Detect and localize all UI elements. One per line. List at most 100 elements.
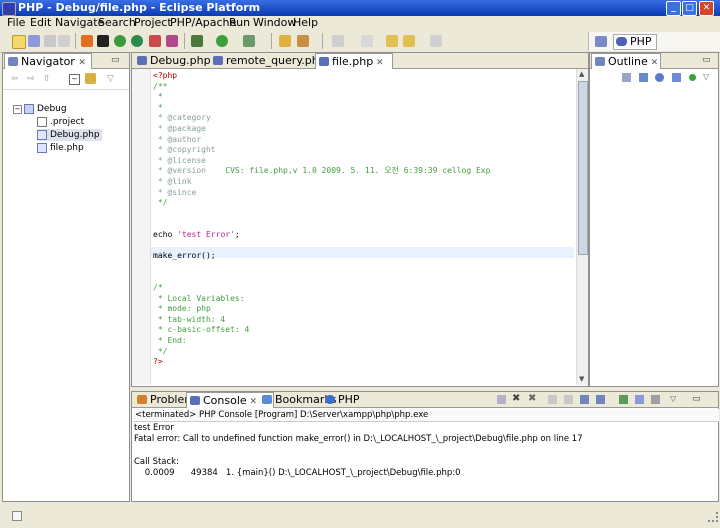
tool-icon[interactable]	[297, 35, 309, 47]
tree-item-selected[interactable]: Debug.php	[37, 129, 102, 141]
sort-icon[interactable]	[622, 73, 631, 82]
menu-icon[interactable]: ▽	[107, 74, 114, 84]
tab-file-php[interactable]: file.php ✕	[315, 53, 393, 69]
maximize-button[interactable]: □	[682, 1, 697, 16]
menu-search[interactable]: Search	[98, 16, 136, 30]
menu-bar: File Edit Navigate Search Project PHP/Ap…	[0, 16, 720, 30]
code-line: *	[153, 92, 163, 102]
show-on-error-icon[interactable]	[596, 395, 605, 404]
save-all-icon[interactable]	[44, 35, 56, 47]
view-menu-icon[interactable]: ▽	[703, 72, 709, 81]
view-menu-icon[interactable]: ▽	[670, 394, 676, 403]
code-line: * tab-width: 4	[153, 314, 226, 324]
open-perspective-icon[interactable]	[595, 36, 607, 47]
link-editor-icon[interactable]	[85, 73, 96, 84]
tab-label: remote_query.php	[226, 54, 326, 67]
minimize-icon[interactable]: ▭	[111, 55, 120, 65]
scroll-down-icon[interactable]: ▼	[579, 375, 584, 383]
close-icon[interactable]: ✕	[247, 397, 258, 407]
code-line: echo 'test Error';	[153, 230, 240, 239]
forward-icon[interactable]	[430, 35, 442, 47]
annotation-icon[interactable]	[332, 35, 344, 47]
last-edit-icon[interactable]	[386, 35, 398, 47]
menu-help[interactable]: Help	[293, 16, 318, 30]
perspective-php-button[interactable]: PHP	[613, 34, 657, 50]
tab-navigator[interactable]: Navigator ✕	[4, 53, 92, 69]
next-annotation-icon[interactable]	[361, 35, 373, 47]
print-icon[interactable]	[58, 35, 70, 47]
minimize-button[interactable]: _	[666, 1, 681, 16]
console-icon	[190, 396, 200, 405]
menu-file[interactable]: File	[7, 16, 25, 30]
debug-box-icon[interactable]	[81, 35, 93, 47]
code-area[interactable]: <?php/** * * * @category * @package * @a…	[153, 71, 573, 383]
remove-launch-icon[interactable]: ✖	[512, 393, 520, 404]
forward-arrow-icon[interactable]: ⇨	[27, 74, 35, 84]
code-line: make_error();	[153, 251, 216, 261]
close-icon[interactable]: ✕	[648, 58, 659, 68]
run-icon[interactable]	[114, 35, 126, 47]
tree-root-debug[interactable]: − Debug	[13, 103, 67, 115]
open-folder-icon[interactable]	[279, 35, 291, 47]
show-on-output-icon[interactable]	[580, 395, 589, 404]
code-line: * mode: php	[153, 304, 211, 314]
minimize-icon[interactable]: ▭	[702, 55, 711, 65]
terminate-icon[interactable]	[497, 395, 506, 404]
hide-static-icon[interactable]	[655, 73, 664, 82]
collapse-all-icon[interactable]: −	[69, 74, 80, 85]
bookmark-icon	[262, 395, 272, 404]
close-icon[interactable]: ✕	[78, 58, 86, 68]
menu-window[interactable]: Window	[253, 16, 296, 30]
minimize-icon[interactable]: ▭	[692, 394, 701, 404]
menu-run[interactable]: Run	[229, 16, 250, 30]
menu-php-apache[interactable]: PHP/Apache	[170, 16, 236, 30]
remove-all-icon[interactable]: ✖	[528, 393, 536, 404]
menu-navigate[interactable]: Navigate	[55, 16, 104, 30]
back-icon[interactable]	[403, 35, 415, 47]
external-tools-icon[interactable]	[243, 35, 255, 47]
clear-console-icon[interactable]	[548, 395, 557, 404]
menu-edit[interactable]: Edit	[30, 16, 51, 30]
open-console-icon[interactable]	[651, 395, 660, 404]
public-members-icon[interactable]	[689, 74, 696, 81]
hide-fields-icon[interactable]	[639, 73, 648, 82]
code-line: *	[153, 102, 163, 112]
scroll-thumb[interactable]	[578, 81, 588, 255]
resize-grip[interactable]	[708, 512, 718, 522]
scroll-up-icon[interactable]: ▲	[579, 70, 584, 78]
main-toolbar: PHP	[0, 30, 720, 53]
run-green-icon[interactable]	[216, 35, 228, 47]
perspective-label: PHP	[630, 35, 652, 48]
vertical-scrollbar[interactable]: ▲ ▼	[576, 69, 588, 385]
tree-item[interactable]: file.php	[37, 142, 84, 154]
project-folder-icon	[24, 103, 34, 114]
pin-console-icon[interactable]	[619, 395, 628, 404]
tree-item[interactable]: .project	[37, 116, 84, 128]
close-button[interactable]: ✕	[699, 1, 714, 16]
scroll-lock-icon[interactable]	[564, 395, 573, 404]
step-over-icon[interactable]	[166, 35, 178, 47]
back-arrow-icon[interactable]: ⇦	[11, 74, 19, 84]
xml-file-icon	[37, 116, 47, 127]
display-console-icon[interactable]	[635, 395, 644, 404]
console-output[interactable]: test Error Fatal error: Call to undefined…	[134, 423, 714, 499]
code-line: /*	[153, 283, 163, 292]
code-line: /**	[153, 81, 168, 91]
tab-php-browser[interactable]: PHP Browser	[322, 392, 404, 421]
tab-outline[interactable]: Outline ✕	[591, 53, 661, 69]
fast-view-icon[interactable]	[12, 511, 22, 521]
menu-project[interactable]: Project	[134, 16, 172, 30]
up-arrow-icon[interactable]: ⇧	[43, 74, 51, 84]
terminate-icon[interactable]	[97, 35, 109, 47]
console-header: <terminated> PHP Console [Program] D:\Se…	[133, 409, 719, 422]
run-external-icon[interactable]	[131, 35, 143, 47]
debug-icon[interactable]	[191, 35, 203, 47]
tab-remote-query[interactable]: remote_query.php	[210, 53, 330, 68]
new-icon[interactable]	[12, 35, 26, 49]
step-into-icon[interactable]	[149, 35, 161, 47]
collapse-toggle-icon[interactable]: −	[13, 105, 22, 114]
hide-nonpublic-icon[interactable]	[672, 73, 681, 82]
code-line: * @package	[153, 124, 206, 133]
save-icon[interactable]	[28, 35, 40, 47]
close-icon[interactable]: ✕	[373, 58, 384, 68]
